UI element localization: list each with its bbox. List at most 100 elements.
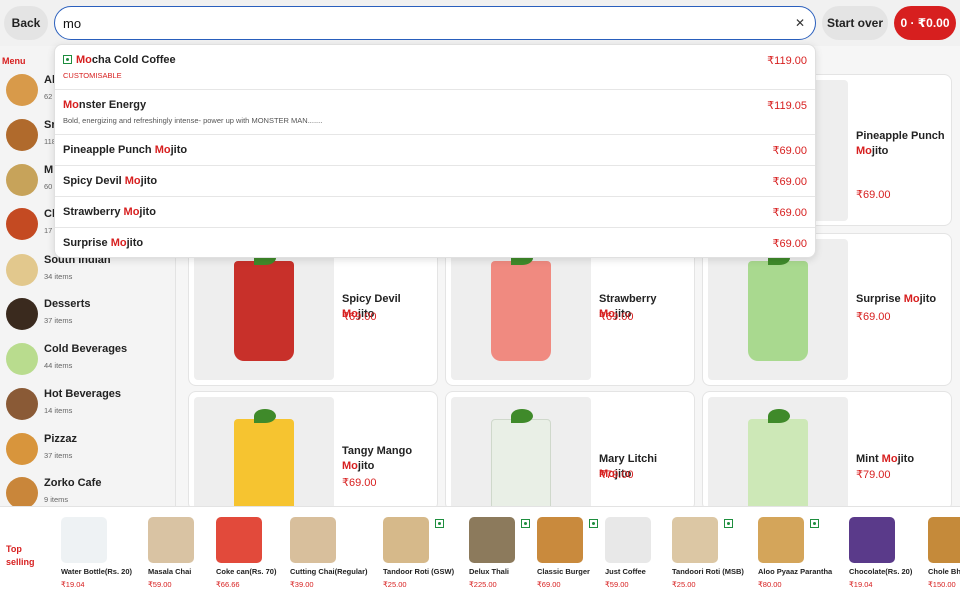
category-item[interactable]: Pizzaz 37 items bbox=[0, 427, 175, 471]
item-image bbox=[672, 517, 718, 563]
suggestion-name: Mocha Cold Coffee bbox=[63, 54, 176, 66]
item-name: Delux Thali bbox=[469, 567, 510, 576]
category-count: 14 items bbox=[44, 406, 73, 415]
category-count: 37 items bbox=[44, 316, 73, 325]
product-image bbox=[708, 239, 848, 380]
suggestion-price: ₹119.05 bbox=[767, 100, 807, 112]
category-image bbox=[6, 433, 38, 465]
product-card[interactable]: Tangy Mango Mojito ₹69.00 bbox=[188, 391, 438, 511]
category-image bbox=[6, 119, 38, 151]
category-name: Desserts bbox=[44, 298, 91, 310]
veg-icon bbox=[724, 519, 733, 528]
item-image bbox=[383, 517, 429, 563]
drink-glass bbox=[491, 419, 551, 510]
item-name: Water Bottle(Rs. 20) bbox=[61, 567, 132, 576]
top-selling-item[interactable]: Tandoori Roti (MSB) ₹25.00 bbox=[672, 517, 752, 593]
product-name: Mint Mojito bbox=[856, 453, 915, 465]
category-image bbox=[6, 254, 38, 286]
product-price: ₹69.00 bbox=[856, 189, 891, 201]
item-price: ₹25.00 bbox=[383, 580, 407, 589]
drink-glass bbox=[234, 419, 294, 510]
category-name: Zorko Cafe bbox=[44, 477, 102, 489]
suggestion-price: ₹119.00 bbox=[767, 55, 807, 67]
veg-icon bbox=[435, 519, 444, 528]
item-image bbox=[537, 517, 583, 563]
suggestion-name: Spicy Devil Mojito bbox=[63, 175, 158, 187]
product-price: ₹69.00 bbox=[856, 311, 891, 323]
top-selling-item[interactable]: Tandoor Roti (GSW) ₹25.00 bbox=[383, 517, 463, 593]
category-count: 37 items bbox=[44, 451, 73, 460]
suggestion-item[interactable]: Mocha Cold Coffee ₹119.00 CUSTOMISABLE bbox=[55, 45, 815, 90]
item-price: ₹39.00 bbox=[290, 580, 314, 589]
product-image bbox=[451, 239, 591, 380]
top-selling-item[interactable]: Aloo Pyaaz Parantha ₹80.00 bbox=[758, 517, 838, 593]
product-price: ₹69.00 bbox=[599, 311, 634, 323]
drink-glass bbox=[748, 419, 808, 510]
product-price: ₹79.00 bbox=[599, 469, 634, 481]
suggestion-price: ₹69.00 bbox=[772, 145, 807, 157]
suggestion-item[interactable]: Strawberry Mojito ₹69.00 bbox=[55, 197, 815, 228]
category-item[interactable]: Hot Beverages 14 items bbox=[0, 382, 175, 426]
item-image bbox=[61, 517, 107, 563]
close-icon[interactable]: ✕ bbox=[793, 16, 807, 30]
category-name: M bbox=[44, 164, 54, 176]
top-selling-item[interactable]: Coke can(Rs. 70) ₹66.66 bbox=[216, 517, 296, 593]
category-count: 44 items bbox=[44, 361, 73, 370]
suggestion-description: Bold, energizing and refreshingly intens… bbox=[63, 116, 323, 125]
suggestion-name: Surprise Mojito bbox=[63, 237, 144, 249]
product-price: ₹69.00 bbox=[342, 311, 377, 323]
item-price: ₹80.00 bbox=[758, 580, 782, 589]
item-image bbox=[469, 517, 515, 563]
top-selling-item[interactable]: Water Bottle(Rs. 20) ₹19.04 bbox=[61, 517, 141, 593]
product-image bbox=[194, 397, 334, 510]
category-image bbox=[6, 388, 38, 420]
start-over-button[interactable]: Start over bbox=[822, 6, 888, 40]
search-value: mo bbox=[63, 15, 82, 31]
category-name: Pizzaz bbox=[44, 433, 78, 445]
category-image bbox=[6, 298, 38, 330]
item-image bbox=[928, 517, 960, 563]
suggestion-item[interactable]: Monster Energy ₹119.05 Bold, energizing … bbox=[55, 90, 815, 135]
item-name: Masala Chai bbox=[148, 567, 192, 576]
suggestion-price: ₹69.00 bbox=[772, 176, 807, 188]
product-price: ₹69.00 bbox=[342, 477, 377, 489]
product-price: ₹79.00 bbox=[856, 469, 891, 481]
suggestion-price: ₹69.00 bbox=[772, 207, 807, 219]
cart-button[interactable]: 0 · ₹0.00 bbox=[894, 6, 956, 40]
category-name: Hot Beverages bbox=[44, 388, 122, 400]
drink-glass bbox=[234, 261, 294, 361]
product-image bbox=[451, 397, 591, 510]
veg-icon bbox=[63, 55, 72, 64]
suggestion-item[interactable]: Spicy Devil Mojito ₹69.00 bbox=[55, 166, 815, 197]
suggestion-item[interactable]: Pineapple Punch Mojito ₹69.00 bbox=[55, 135, 815, 166]
item-price: ₹19.04 bbox=[849, 580, 873, 589]
item-name: Chocolate(Rs. 20) bbox=[849, 567, 913, 576]
category-count: 9 items bbox=[44, 495, 69, 504]
top-selling-item[interactable]: Chocolate(Rs. 20) ₹19.04 bbox=[849, 517, 929, 593]
category-item[interactable]: Desserts 37 items bbox=[0, 292, 175, 336]
top-bar: Back mo ✕ Start over 0 · ₹0.00 bbox=[0, 0, 960, 46]
top-selling-item[interactable]: Chole Bhe ₹150.00 bbox=[928, 517, 960, 593]
category-name: Cold Beverages bbox=[44, 343, 128, 355]
product-name: Pineapple Punch Mojito bbox=[856, 130, 945, 157]
category-item[interactable]: Cold Beverages 44 items bbox=[0, 337, 175, 381]
mint-leaf bbox=[254, 409, 276, 423]
item-name: Just Coffee bbox=[605, 567, 646, 576]
item-name: Tandoor Roti (GSW) bbox=[383, 567, 455, 576]
top-selling-item[interactable]: Cutting Chai(Regular) ₹39.00 bbox=[290, 517, 370, 593]
mint-leaf bbox=[511, 409, 533, 423]
category-count: 17 bbox=[44, 226, 53, 235]
item-price: ₹66.66 bbox=[216, 580, 240, 589]
drink-glass bbox=[748, 261, 808, 361]
category-image bbox=[6, 343, 38, 375]
back-button[interactable]: Back bbox=[4, 6, 48, 40]
product-image bbox=[708, 397, 848, 510]
veg-icon bbox=[810, 519, 819, 528]
category-item[interactable]: Zorko Cafe 9 items bbox=[0, 471, 175, 506]
search-input[interactable]: mo ✕ bbox=[54, 6, 816, 40]
suggestion-item[interactable]: Surprise Mojito ₹69.00 bbox=[55, 228, 815, 257]
mint-leaf bbox=[768, 409, 790, 423]
product-card[interactable]: Mint Mojito ₹79.00 bbox=[702, 391, 952, 511]
product-card[interactable]: Mary Litchi Mojito ₹79.00 bbox=[445, 391, 695, 511]
item-image bbox=[605, 517, 651, 563]
